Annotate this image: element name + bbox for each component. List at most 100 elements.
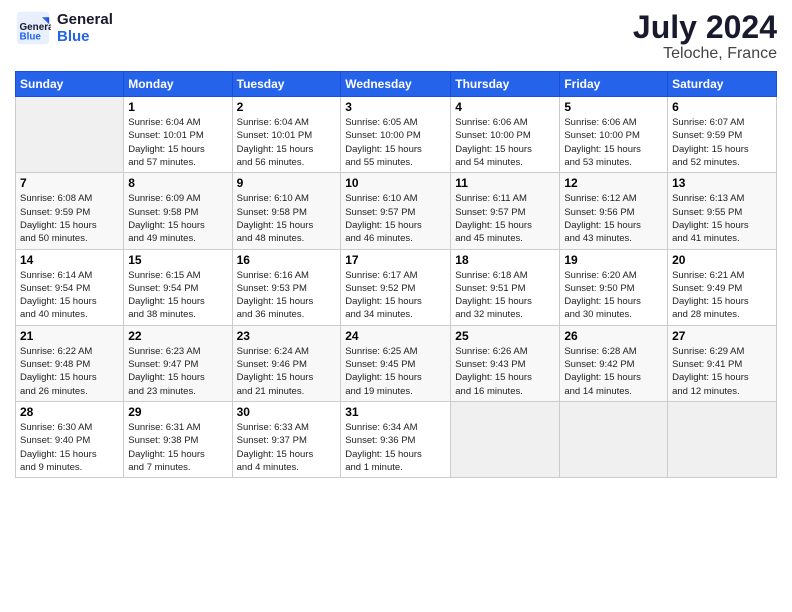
calendar-cell: 16 Sunrise: 6:16 AMSunset: 9:53 PMDayligh…	[232, 249, 341, 325]
day-info: Sunrise: 6:06 AMSunset: 10:00 PMDaylight…	[455, 116, 555, 169]
day-info: Sunrise: 6:34 AMSunset: 9:36 PMDaylight:…	[345, 421, 446, 474]
month-year-title: July 2024	[633, 10, 777, 45]
calendar-cell: 19 Sunrise: 6:20 AMSunset: 9:50 PMDayligh…	[560, 249, 668, 325]
day-number: 25	[455, 329, 555, 343]
calendar-cell	[668, 401, 777, 477]
day-info: Sunrise: 6:25 AMSunset: 9:45 PMDaylight:…	[345, 345, 446, 398]
day-info: Sunrise: 6:17 AMSunset: 9:52 PMDaylight:…	[345, 269, 446, 322]
day-number: 26	[564, 329, 663, 343]
day-info: Sunrise: 6:05 AMSunset: 10:00 PMDaylight…	[345, 116, 446, 169]
day-number: 3	[345, 100, 446, 114]
calendar-cell: 26 Sunrise: 6:28 AMSunset: 9:42 PMDayligh…	[560, 325, 668, 401]
calendar-cell: 13 Sunrise: 6:13 AMSunset: 9:55 PMDayligh…	[668, 173, 777, 249]
day-info: Sunrise: 6:09 AMSunset: 9:58 PMDaylight:…	[128, 192, 227, 245]
col-sunday: Sunday	[16, 72, 124, 97]
day-info: Sunrise: 6:10 AMSunset: 9:57 PMDaylight:…	[345, 192, 446, 245]
day-number: 29	[128, 405, 227, 419]
location-subtitle: Teloche, France	[633, 45, 777, 63]
calendar-cell: 22 Sunrise: 6:23 AMSunset: 9:47 PMDayligh…	[124, 325, 232, 401]
day-info: Sunrise: 6:04 AMSunset: 10:01 PMDaylight…	[128, 116, 227, 169]
day-info: Sunrise: 6:23 AMSunset: 9:47 PMDaylight:…	[128, 345, 227, 398]
calendar-cell: 11Sunrise: 6:11 AMSunset: 9:57 PMDayligh…	[451, 173, 560, 249]
day-info: Sunrise: 6:28 AMSunset: 9:42 PMDaylight:…	[564, 345, 663, 398]
day-info: Sunrise: 6:13 AMSunset: 9:55 PMDaylight:…	[672, 192, 772, 245]
logo-icon: General Blue	[15, 10, 51, 46]
calendar-cell: 5 Sunrise: 6:06 AMSunset: 10:00 PMDayligh…	[560, 97, 668, 173]
day-number: 23	[237, 329, 337, 343]
calendar-cell: 10 Sunrise: 6:10 AMSunset: 9:57 PMDayligh…	[341, 173, 451, 249]
day-info: Sunrise: 6:24 AMSunset: 9:46 PMDaylight:…	[237, 345, 337, 398]
day-info: Sunrise: 6:10 AMSunset: 9:58 PMDaylight:…	[237, 192, 337, 245]
day-number: 22	[128, 329, 227, 343]
svg-text:Blue: Blue	[20, 32, 42, 43]
day-info: Sunrise: 6:21 AMSunset: 9:49 PMDaylight:…	[672, 269, 772, 322]
day-info: Sunrise: 6:14 AMSunset: 9:54 PMDaylight:…	[20, 269, 119, 322]
page-header: General Blue General Blue July 2024 Telo…	[15, 10, 777, 63]
day-number: 18	[455, 253, 555, 267]
calendar-week-5: 28Sunrise: 6:30 AMSunset: 9:40 PMDayligh…	[16, 401, 777, 477]
day-number: 9	[237, 176, 337, 190]
day-number: 1	[128, 100, 227, 114]
day-number: 2	[237, 100, 337, 114]
calendar-cell: 23 Sunrise: 6:24 AMSunset: 9:46 PMDayligh…	[232, 325, 341, 401]
logo-text-line1: General	[57, 11, 113, 28]
calendar-cell: 21 Sunrise: 6:22 AMSunset: 9:48 PMDayligh…	[16, 325, 124, 401]
day-number: 15	[128, 253, 227, 267]
calendar-cell: 7Sunrise: 6:08 AMSunset: 9:59 PMDaylight…	[16, 173, 124, 249]
calendar-cell: 28Sunrise: 6:30 AMSunset: 9:40 PMDayligh…	[16, 401, 124, 477]
logo-text-line2: Blue	[57, 28, 113, 45]
day-info: Sunrise: 6:12 AMSunset: 9:56 PMDaylight:…	[564, 192, 663, 245]
calendar-week-2: 7Sunrise: 6:08 AMSunset: 9:59 PMDaylight…	[16, 173, 777, 249]
day-info: Sunrise: 6:22 AMSunset: 9:48 PMDaylight:…	[20, 345, 119, 398]
calendar-table: Sunday Monday Tuesday Wednesday Thursday…	[15, 71, 777, 478]
calendar-cell: 29Sunrise: 6:31 AMSunset: 9:38 PMDayligh…	[124, 401, 232, 477]
day-info: Sunrise: 6:29 AMSunset: 9:41 PMDaylight:…	[672, 345, 772, 398]
col-thursday: Thursday	[451, 72, 560, 97]
day-number: 30	[237, 405, 337, 419]
day-info: Sunrise: 6:33 AMSunset: 9:37 PMDaylight:…	[237, 421, 337, 474]
calendar-cell	[560, 401, 668, 477]
calendar-cell: 15 Sunrise: 6:15 AMSunset: 9:54 PMDayligh…	[124, 249, 232, 325]
day-number: 24	[345, 329, 446, 343]
day-number: 20	[672, 253, 772, 267]
calendar-cell: 8 Sunrise: 6:09 AMSunset: 9:58 PMDaylight…	[124, 173, 232, 249]
day-info: Sunrise: 6:04 AMSunset: 10:01 PMDaylight…	[237, 116, 337, 169]
day-number: 10	[345, 176, 446, 190]
calendar-week-4: 21 Sunrise: 6:22 AMSunset: 9:48 PMDayligh…	[16, 325, 777, 401]
col-saturday: Saturday	[668, 72, 777, 97]
calendar-cell: 3 Sunrise: 6:05 AMSunset: 10:00 PMDayligh…	[341, 97, 451, 173]
calendar-cell: 2 Sunrise: 6:04 AMSunset: 10:01 PMDayligh…	[232, 97, 341, 173]
calendar-cell: 24 Sunrise: 6:25 AMSunset: 9:45 PMDayligh…	[341, 325, 451, 401]
col-wednesday: Wednesday	[341, 72, 451, 97]
day-info: Sunrise: 6:18 AMSunset: 9:51 PMDaylight:…	[455, 269, 555, 322]
day-number: 19	[564, 253, 663, 267]
calendar-cell	[451, 401, 560, 477]
day-number: 6	[672, 100, 772, 114]
day-number: 17	[345, 253, 446, 267]
day-number: 16	[237, 253, 337, 267]
day-number: 8	[128, 176, 227, 190]
day-info: Sunrise: 6:15 AMSunset: 9:54 PMDaylight:…	[128, 269, 227, 322]
day-info: Sunrise: 6:06 AMSunset: 10:00 PMDaylight…	[564, 116, 663, 169]
calendar-week-3: 14Sunrise: 6:14 AMSunset: 9:54 PMDayligh…	[16, 249, 777, 325]
calendar-cell: 20 Sunrise: 6:21 AMSunset: 9:49 PMDayligh…	[668, 249, 777, 325]
calendar-cell: 17 Sunrise: 6:17 AMSunset: 9:52 PMDayligh…	[341, 249, 451, 325]
day-number: 11	[455, 176, 555, 190]
calendar-cell: 27Sunrise: 6:29 AMSunset: 9:41 PMDayligh…	[668, 325, 777, 401]
calendar-header-row: Sunday Monday Tuesday Wednesday Thursday…	[16, 72, 777, 97]
page-container: General Blue General Blue July 2024 Telo…	[0, 0, 792, 488]
calendar-cell: 4 Sunrise: 6:06 AMSunset: 10:00 PMDayligh…	[451, 97, 560, 173]
day-number: 12	[564, 176, 663, 190]
calendar-cell: 1 Sunrise: 6:04 AMSunset: 10:01 PMDayligh…	[124, 97, 232, 173]
calendar-week-1: 1 Sunrise: 6:04 AMSunset: 10:01 PMDayligh…	[16, 97, 777, 173]
day-number: 13	[672, 176, 772, 190]
calendar-cell: 9 Sunrise: 6:10 AMSunset: 9:58 PMDaylight…	[232, 173, 341, 249]
day-number: 21	[20, 329, 119, 343]
day-info: Sunrise: 6:16 AMSunset: 9:53 PMDaylight:…	[237, 269, 337, 322]
calendar-cell: 14Sunrise: 6:14 AMSunset: 9:54 PMDayligh…	[16, 249, 124, 325]
day-info: Sunrise: 6:20 AMSunset: 9:50 PMDaylight:…	[564, 269, 663, 322]
day-number: 5	[564, 100, 663, 114]
day-number: 4	[455, 100, 555, 114]
calendar-cell: 18 Sunrise: 6:18 AMSunset: 9:51 PMDayligh…	[451, 249, 560, 325]
day-number: 28	[20, 405, 119, 419]
